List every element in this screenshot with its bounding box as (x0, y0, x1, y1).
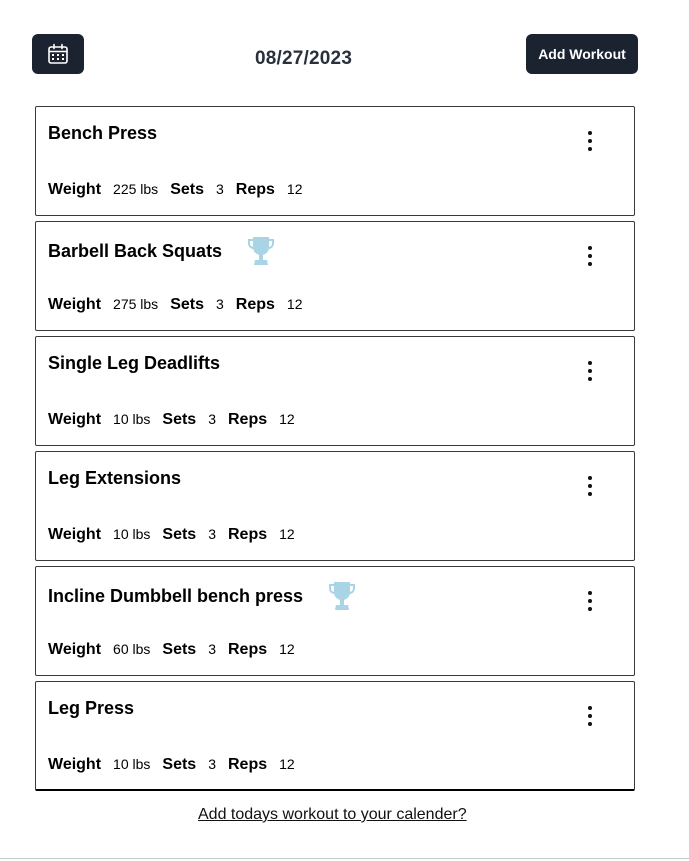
weight-label: Weight (48, 641, 102, 658)
reps-value: 12 (279, 411, 295, 427)
calendar-icon (48, 43, 68, 64)
weight-label: Weight (48, 181, 102, 198)
sets-value: 3 (208, 526, 216, 542)
weight-label: Weight (48, 756, 102, 773)
calendar-button[interactable] (32, 34, 84, 74)
divider (0, 858, 689, 859)
workout-card: Single Leg Deadlifts Weight 10 lbs Sets … (35, 336, 635, 446)
add-workout-button[interactable]: Add Workout (526, 34, 638, 74)
reps-label: Reps (235, 181, 275, 198)
reps-label: Reps (235, 296, 275, 313)
reps-label: Reps (227, 756, 268, 773)
sets-label: Sets (162, 641, 197, 658)
sets-value: 3 (208, 411, 216, 427)
reps-value: 12 (279, 526, 295, 542)
workout-name: Incline Dumbbell bench press (48, 585, 304, 606)
weight-value: 10 lbs (113, 411, 151, 427)
more-options-icon[interactable] (582, 244, 598, 268)
weight-value: 225 lbs (113, 181, 159, 197)
reps-value: 12 (286, 181, 303, 197)
workout-stats: Weight 10 lbs Sets 3 Reps 12 (48, 756, 307, 774)
weight-value: 10 lbs (113, 526, 151, 542)
workout-stats: Weight 10 lbs Sets 3 Reps 12 (48, 526, 307, 544)
weight-value: 275 lbs (113, 296, 159, 312)
workout-card: Barbell Back Squats Weight 275 lbs Sets … (35, 221, 635, 331)
more-options-icon[interactable] (582, 474, 598, 498)
workout-stats: Weight 225 lbs Sets 3 Reps 12 (48, 181, 314, 199)
sets-label: Sets (162, 411, 197, 428)
sets-label: Sets (162, 756, 197, 773)
reps-value: 12 (279, 641, 295, 657)
weight-label: Weight (48, 296, 102, 313)
reps-value: 12 (279, 756, 295, 772)
workout-name: Single Leg Deadlifts (48, 353, 221, 373)
workout-name: Leg Press (48, 698, 135, 718)
workout-name: Barbell Back Squats (48, 240, 223, 261)
add-to-calendar-link[interactable]: Add todays workout to your calender? (198, 806, 467, 824)
sets-value: 3 (208, 641, 216, 657)
reps-value: 12 (286, 296, 303, 312)
workout-stats: Weight 60 lbs Sets 3 Reps 12 (48, 641, 307, 659)
workout-stats: Weight 275 lbs Sets 3 Reps 12 (48, 296, 314, 314)
workout-list: Bench Press Weight 225 lbs Sets 3 Reps 1… (35, 106, 635, 791)
sets-value: 3 (208, 756, 216, 772)
trophy-icon (248, 237, 275, 265)
weight-value: 60 lbs (113, 641, 151, 657)
more-options-icon[interactable] (582, 704, 598, 728)
sets-value: 3 (215, 181, 224, 197)
sets-value: 3 (215, 296, 224, 312)
more-options-icon[interactable] (582, 129, 598, 153)
workout-name: Leg Extensions (48, 468, 182, 488)
trophy-icon (329, 582, 356, 610)
workout-card: Leg Extensions Weight 10 lbs Sets 3 Reps… (35, 451, 635, 561)
sets-label: Sets (170, 181, 204, 198)
sets-label: Sets (170, 296, 204, 313)
sets-label: Sets (162, 526, 197, 543)
weight-label: Weight (48, 526, 102, 543)
workout-stats: Weight 10 lbs Sets 3 Reps 12 (48, 411, 307, 429)
more-options-icon[interactable] (582, 589, 598, 613)
workout-card: Bench Press Weight 225 lbs Sets 3 Reps 1… (35, 106, 635, 216)
reps-label: Reps (227, 641, 268, 658)
weight-value: 10 lbs (113, 756, 151, 772)
current-date: 08/27/2023 (255, 48, 353, 69)
workout-card: Incline Dumbbell bench press Weight 60 l… (35, 566, 635, 676)
reps-label: Reps (227, 411, 268, 428)
workout-name: Bench Press (48, 123, 158, 143)
more-options-icon[interactable] (582, 359, 598, 383)
reps-label: Reps (227, 526, 268, 543)
weight-label: Weight (48, 411, 102, 428)
workout-card: Leg Press Weight 10 lbs Sets 3 Reps 12 (35, 681, 635, 791)
